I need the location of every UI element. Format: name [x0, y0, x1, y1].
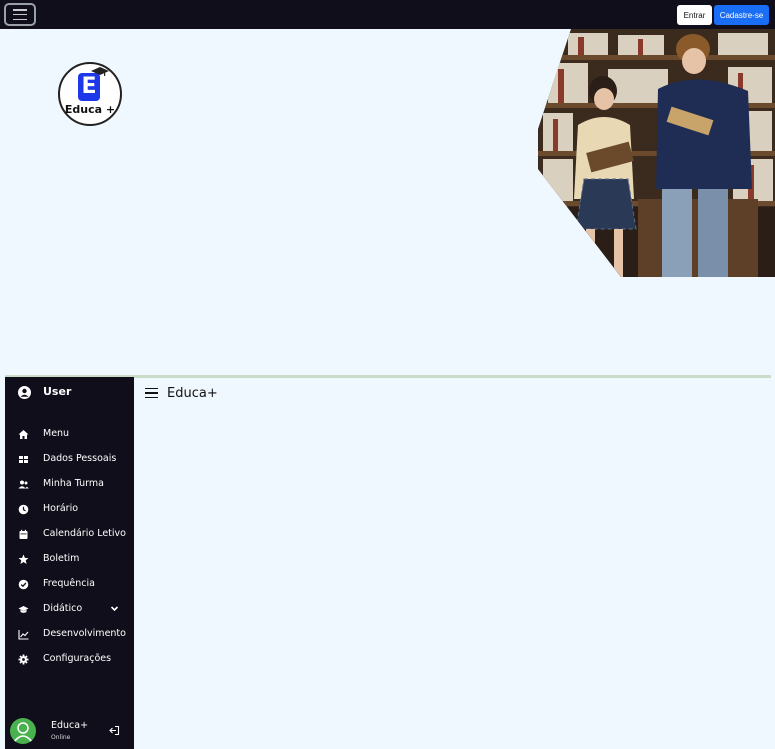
calendar-icon: [19, 529, 28, 539]
hamburger-icon: [13, 9, 27, 20]
hero-image: [538, 29, 775, 277]
sidebar-item-label: Frequência: [43, 578, 95, 589]
sidebar-item-label: Menu: [43, 428, 70, 439]
home-icon: [18, 430, 29, 439]
clock-icon: [18, 504, 29, 515]
users-icon: [18, 480, 29, 489]
sidebar-item-horario[interactable]: Horário: [5, 500, 134, 520]
sidebar: User Menu Dados Pessoais Minha Turma Hor…: [5, 377, 134, 749]
educa-logo: E Educa +: [58, 62, 122, 126]
page-title: Educa+: [167, 385, 218, 401]
sidebar-item-label: Desenvolvimento: [43, 628, 126, 639]
user-avatar-icon: [13, 722, 33, 743]
avatar[interactable]: [10, 718, 36, 744]
sidebar-item-label: Dados Pessoais: [43, 453, 117, 464]
logout-icon[interactable]: [109, 725, 120, 736]
navbar-toggle-button[interactable]: [4, 3, 36, 26]
sidebar-item-minha-turma[interactable]: Minha Turma: [5, 475, 134, 495]
sidebar-item-dados-pessoais[interactable]: Dados Pessoais: [5, 450, 134, 470]
sidebar-item-calendario-letivo[interactable]: Calendário Letivo: [5, 525, 134, 545]
sidebar-item-label: Horário: [43, 503, 79, 514]
sidebar-item-label: Boletim: [43, 553, 80, 564]
gear-icon: [18, 654, 29, 665]
sidebar-item-desenvolvimento[interactable]: Desenvolvimento: [5, 625, 134, 645]
sidebar-item-boletim[interactable]: Boletim: [5, 550, 134, 570]
logo-letter: E: [78, 73, 100, 101]
logo-text: Educa +: [64, 103, 116, 116]
grid-icon: [19, 456, 28, 463]
sidebar-user-label: User: [43, 385, 72, 398]
login-button[interactable]: Entrar: [677, 5, 712, 25]
sidebar-item-configuracoes[interactable]: Configurações: [5, 650, 134, 670]
footer-user-name: Educa+: [51, 720, 89, 731]
graduation-cap-icon: [91, 67, 109, 76]
sidebar-item-label: Minha Turma: [43, 478, 104, 489]
sidebar-item-didatico[interactable]: Didático: [5, 600, 134, 620]
top-navbar: Entrar Cadastre-se: [0, 0, 775, 29]
graduation-cap-icon: [18, 606, 29, 613]
sidebar-user-header[interactable]: User: [5, 385, 134, 401]
sidebar-footer: Educa+ Online: [5, 715, 134, 749]
main-header: Educa+: [145, 384, 218, 402]
sidebar-item-menu[interactable]: Menu: [5, 425, 134, 445]
check-circle-icon: [18, 579, 29, 590]
hamburger-icon[interactable]: [145, 387, 158, 399]
line-chart-icon: [18, 630, 29, 640]
sidebar-item-label: Calendário Letivo: [43, 528, 126, 539]
sidebar-item-label: Didático: [43, 603, 83, 614]
sidebar-item-frequencia[interactable]: Frequência: [5, 575, 134, 595]
chevron-down-icon[interactable]: [110, 604, 119, 613]
footer-user-status: Online: [51, 734, 71, 741]
user-circle-icon: [18, 386, 31, 399]
signup-button[interactable]: Cadastre-se: [714, 5, 769, 25]
star-icon: [18, 554, 29, 564]
sidebar-item-label: Configurações: [43, 653, 112, 664]
